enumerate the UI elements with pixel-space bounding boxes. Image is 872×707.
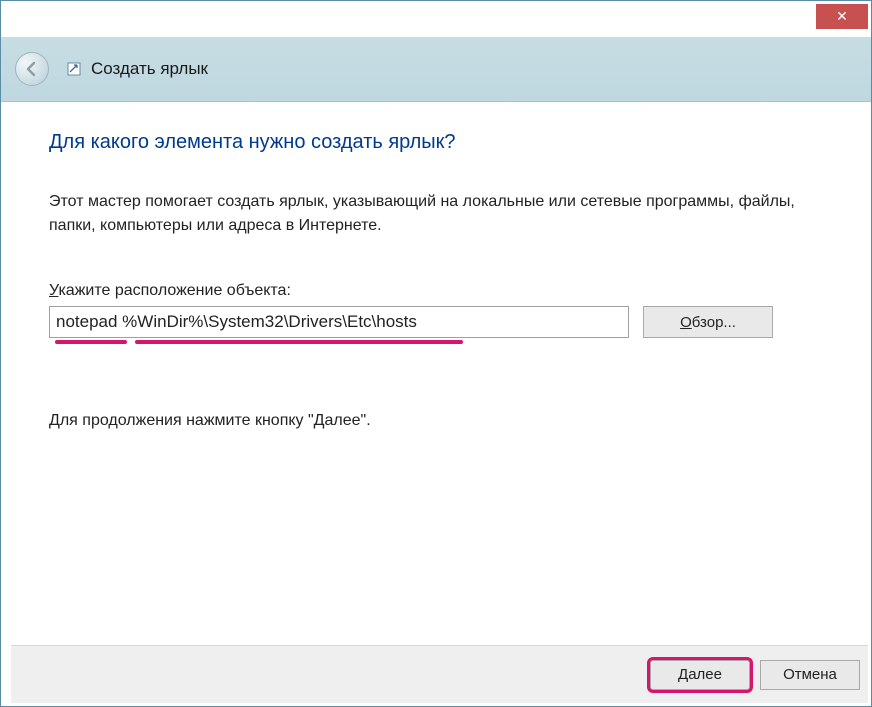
wizard-header: Создать ярлык bbox=[1, 37, 871, 102]
annotation-bar-2 bbox=[135, 340, 463, 344]
wizard-window: ✕ Создать ярлык Для какого элемента нужн… bbox=[0, 0, 872, 707]
close-button[interactable]: ✕ bbox=[816, 4, 868, 29]
cancel-button[interactable]: Отмена bbox=[760, 660, 860, 690]
browse-button[interactable]: Обзор... bbox=[643, 306, 773, 338]
location-label: Укажите расположение объекта: bbox=[49, 282, 823, 300]
cancel-label-text: Отмена bbox=[783, 666, 837, 683]
annotation-bar-1 bbox=[55, 340, 127, 344]
page-description: Этот мастер помогает создать ярлык, указ… bbox=[49, 190, 823, 238]
location-row: Обзор... bbox=[49, 306, 823, 338]
close-icon: ✕ bbox=[836, 8, 848, 25]
location-label-text: кажите расположение объекта: bbox=[58, 282, 290, 299]
page-heading: Для какого элемента нужно создать ярлык? bbox=[49, 131, 823, 154]
next-label-text: алее bbox=[688, 666, 722, 683]
back-button[interactable] bbox=[15, 52, 49, 86]
window-titlebar: ✕ bbox=[1, 1, 871, 37]
annotation-underlines bbox=[49, 348, 629, 358]
location-input[interactable] bbox=[49, 306, 629, 338]
next-accel: Д bbox=[678, 666, 688, 683]
wizard-title: Создать ярлык bbox=[91, 59, 208, 79]
shortcut-icon bbox=[67, 62, 81, 76]
browse-accel: О bbox=[680, 314, 692, 331]
back-arrow-icon bbox=[23, 60, 41, 78]
continue-hint: Для продолжения нажмите кнопку "Далее". bbox=[49, 412, 823, 430]
wizard-footer: Далее Отмена bbox=[11, 645, 868, 703]
next-button[interactable]: Далее bbox=[650, 660, 750, 690]
browse-label-text: бзор... bbox=[692, 314, 736, 331]
wizard-content: Для какого элемента нужно создать ярлык?… bbox=[1, 101, 871, 642]
